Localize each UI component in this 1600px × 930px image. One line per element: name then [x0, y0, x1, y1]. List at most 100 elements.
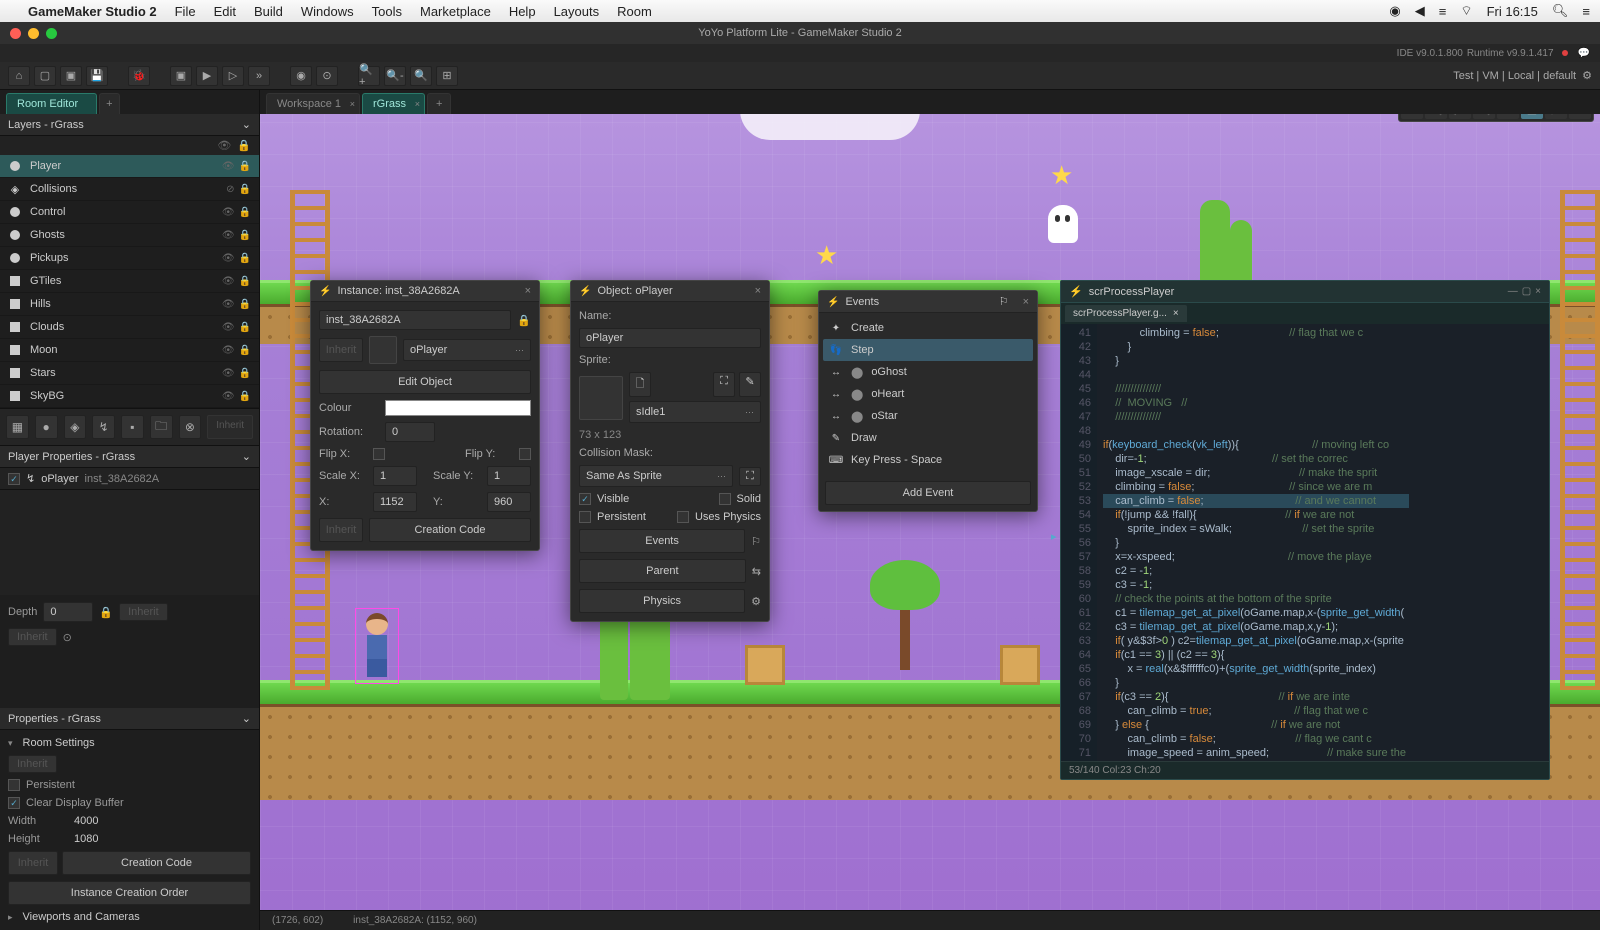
delete-layer-button[interactable]: ⊗ — [179, 415, 202, 439]
event-step[interactable]: 👣Step — [823, 339, 1033, 361]
event-oghost[interactable]: ↔⬤oGhost — [823, 361, 1033, 383]
instance-panel[interactable]: Instance: inst_38A2682A× 🔒 Inherit oPlay… — [310, 280, 540, 551]
debug-button[interactable]: 🐞 — [128, 66, 150, 86]
object-sprite-thumb[interactable] — [579, 376, 623, 420]
settings-icon[interactable]: ⚙ — [1582, 69, 1592, 82]
create-exe-button[interactable]: ▣ — [170, 66, 192, 86]
instance-creation-code-button[interactable]: Creation Code — [369, 518, 531, 542]
chat-icon[interactable]: 💬 — [1578, 48, 1590, 59]
menu-file[interactable]: File — [175, 4, 196, 19]
close-events-button[interactable]: × — [1023, 296, 1029, 308]
layer-control[interactable]: Control👁🔒 — [0, 201, 259, 224]
event-oheart[interactable]: ↔⬤oHeart — [823, 383, 1033, 405]
home-button[interactable]: ⌂ — [8, 66, 30, 86]
zoom-out-button[interactable]: 🔍- — [384, 66, 406, 86]
layers-header[interactable]: Layers - rGrass ⌄ — [0, 114, 259, 136]
menu-edit[interactable]: Edit — [214, 4, 236, 19]
room-height[interactable]: 1080 — [74, 833, 98, 845]
layer-collisions[interactable]: ◈Collisions⊘🔒 — [0, 178, 259, 201]
clear-display-check[interactable] — [8, 797, 20, 809]
tab-workspace1[interactable]: Workspace 1× — [266, 93, 360, 114]
inherit-obj-button[interactable]: Inherit — [319, 338, 363, 362]
events-panel[interactable]: Events⚐× ✦Create 👣Step ↔⬤oGhost ↔⬤oHeart… — [818, 290, 1038, 512]
zoom-in-button[interactable]: 🔍+ — [358, 66, 380, 86]
event-keypress[interactable]: ⌨Key Press - Space — [823, 449, 1033, 471]
visible-check[interactable] — [579, 493, 591, 505]
add-path-layer-button[interactable]: ↯ — [92, 415, 115, 439]
wifi-icon[interactable]: ⌔ — [1460, 3, 1472, 19]
tab-room-editor[interactable]: Room Editor — [6, 93, 97, 114]
object-dropdown[interactable]: oPlayer⋯ — [403, 339, 531, 361]
inherit-room-button[interactable]: Inherit — [8, 755, 57, 773]
collision-dropdown[interactable]: Same As Sprite⋯ — [579, 465, 733, 487]
collapse-handle[interactable]: ▸ — [1051, 530, 1057, 543]
menu-windows[interactable]: Windows — [301, 4, 354, 19]
inherit-button-2[interactable]: Inherit — [8, 628, 57, 646]
physics-check[interactable] — [677, 511, 689, 523]
inherit-code-button-2[interactable]: Inherit — [319, 518, 363, 542]
zoom-reset-button[interactable]: 🔍 — [410, 66, 432, 86]
creation-code-button[interactable]: Creation Code — [62, 851, 251, 875]
instance-sprite-thumb[interactable] — [369, 336, 397, 364]
sprite-edit-button[interactable]: ✎ — [739, 372, 761, 397]
code-panel[interactable]: ⚡scrProcessPlayer—▢× scrProcessPlayer.g.… — [1060, 280, 1550, 780]
close-object-button[interactable]: × — [755, 285, 761, 297]
layer-stars[interactable]: Stars👁🔒 — [0, 362, 259, 385]
sprite-new-button[interactable]: 🗋 — [629, 372, 651, 397]
code-tab[interactable]: scrProcessPlayer.g...× — [1065, 305, 1187, 322]
object-name-input[interactable] — [579, 328, 761, 348]
menu-icon[interactable]: ≡ — [1582, 4, 1590, 19]
instance-name-input[interactable] — [319, 310, 511, 330]
player-props-header[interactable]: Player Properties - rGrass⌄ — [0, 446, 259, 468]
clean-button[interactable]: » — [248, 66, 270, 86]
layer-clouds[interactable]: Clouds👁🔒 — [0, 316, 259, 339]
persistent-check[interactable] — [8, 779, 20, 791]
inherit-button[interactable]: Inherit — [207, 415, 253, 439]
search-icon[interactable]: 🔍︎ — [1552, 3, 1569, 19]
lock-icon[interactable]: 🔒 — [99, 606, 113, 619]
menu-help[interactable]: Help — [509, 4, 536, 19]
layer-gtiles[interactable]: GTiles👁🔒 — [0, 270, 259, 293]
menu-marketplace[interactable]: Marketplace — [420, 4, 491, 19]
volume-icon[interactable]: ◀ — [1415, 3, 1425, 19]
layer-moon[interactable]: Moon👁🔒 — [0, 339, 259, 362]
inherit-code-button[interactable]: Inherit — [8, 851, 58, 875]
new-button[interactable]: ▢ — [34, 66, 56, 86]
maximize-code-button[interactable]: ▢ — [1522, 286, 1531, 297]
menu-layouts[interactable]: Layouts — [554, 4, 600, 19]
viewports-expand[interactable]: Viewports and Cameras — [8, 908, 251, 926]
room-viewport[interactable]: ★ ★ ⊞ 🔍 🔎 🔍 ⛶ ▣ ▶ ≡ Instance: inst_38A26… — [260, 90, 1600, 930]
events-button[interactable]: Events — [579, 529, 745, 553]
layer-ghosts[interactable]: Ghosts👁🔒 — [0, 224, 259, 247]
event-create[interactable]: ✦Create — [823, 317, 1033, 339]
close-tab-icon[interactable]: × — [1173, 308, 1179, 319]
layer-player[interactable]: Player👁🔒 — [0, 155, 259, 178]
solid-check[interactable] — [719, 493, 731, 505]
sprite-expand-button[interactable]: ⛶ — [713, 372, 735, 397]
edit-object-button[interactable]: Edit Object — [319, 370, 531, 394]
target-controls[interactable]: Test | VM | Local | default — [1453, 70, 1576, 82]
layer-skybg[interactable]: SkyBG👁🔒 — [0, 385, 259, 408]
minimize-window-button[interactable] — [28, 28, 39, 39]
player-instance[interactable] — [355, 608, 399, 684]
menu-build[interactable]: Build — [254, 4, 283, 19]
close-code-button[interactable]: × — [1535, 286, 1541, 297]
flipy-check[interactable] — [519, 448, 531, 460]
colour-swatch[interactable] — [385, 400, 531, 416]
depth-input[interactable] — [43, 602, 93, 622]
inherit-depth-button[interactable]: Inherit — [119, 603, 168, 621]
lock-all-icon[interactable]: 🔒 — [237, 139, 251, 152]
persistent-check-2[interactable] — [579, 511, 591, 523]
instance-check[interactable] — [8, 473, 20, 485]
menu-tools[interactable]: Tools — [372, 4, 402, 19]
add-event-button[interactable]: Add Event — [825, 481, 1031, 505]
rotation-input[interactable] — [385, 422, 435, 442]
add-asset-layer-button[interactable]: ▪ — [121, 415, 144, 439]
scalex-input[interactable] — [373, 466, 417, 486]
room-settings-expand[interactable]: Room Settings — [8, 734, 251, 752]
event-draw[interactable]: ✎Draw — [823, 427, 1033, 449]
close-instance-button[interactable]: × — [525, 285, 531, 297]
target-icon[interactable]: ⊙ — [63, 631, 72, 644]
spotlight-icon[interactable]: ≡ — [1439, 4, 1447, 19]
run-button[interactable]: ▶ — [196, 66, 218, 86]
